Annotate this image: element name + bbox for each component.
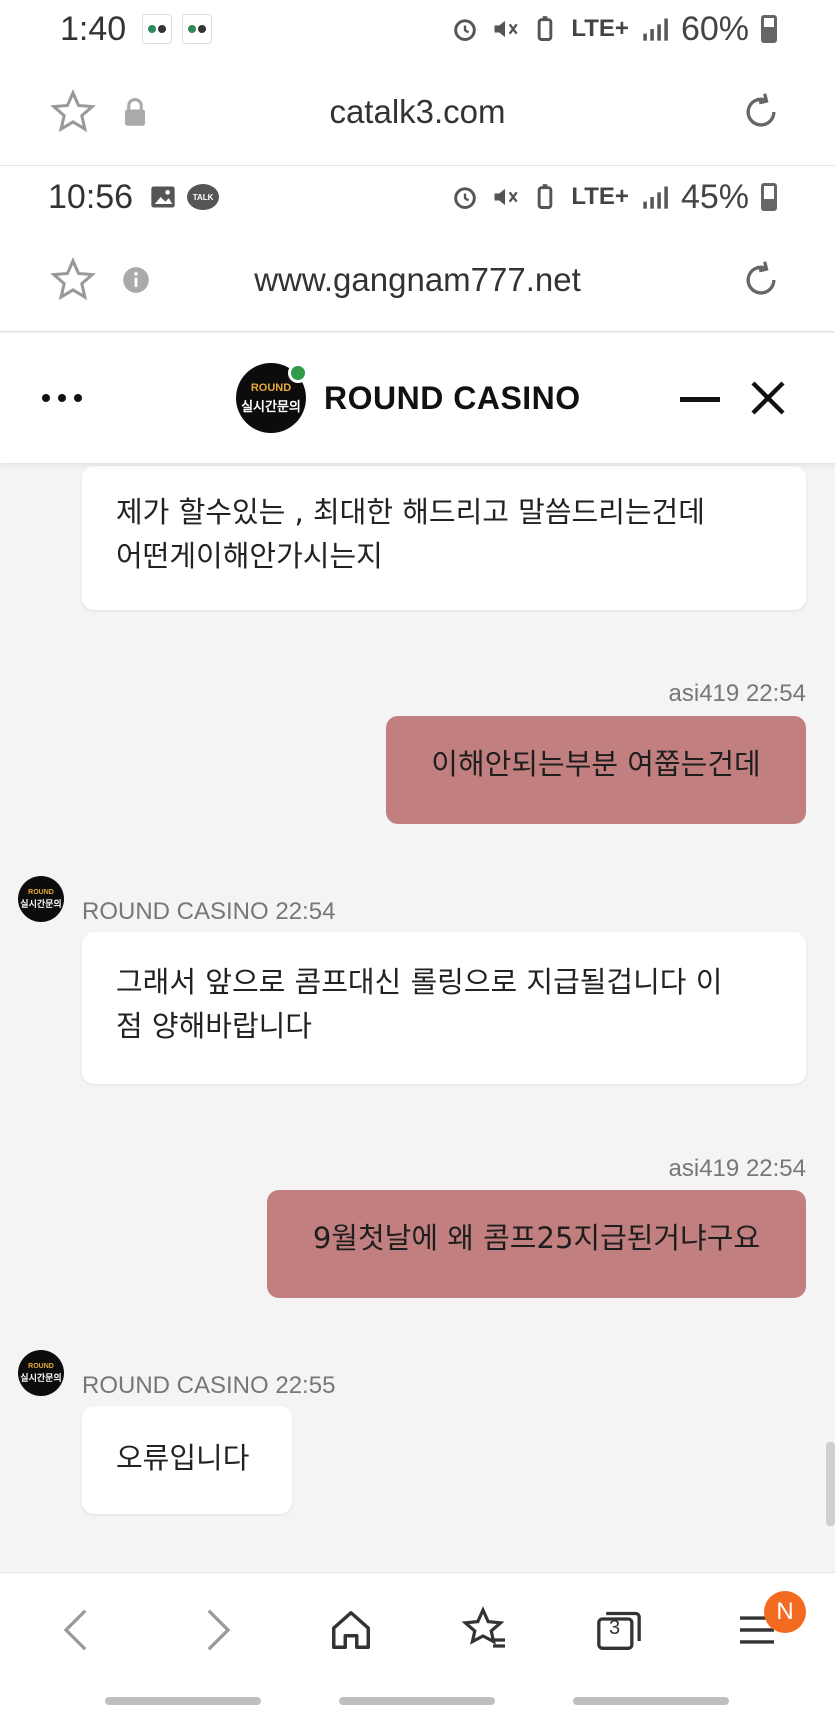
battery-saver-icon [538, 16, 553, 41]
chat-scrollbar[interactable] [826, 1442, 835, 1526]
menu-button[interactable]: N [732, 1591, 806, 1655]
outer-status-right: LTE+ 60% [451, 10, 777, 49]
chat-header: ROUND 실시간문의 ROUND CASINO [0, 333, 835, 463]
message-sender: asi419 [668, 1155, 740, 1182]
message-time: 22:55 [275, 1372, 336, 1399]
gallery-icon [151, 186, 175, 208]
inner-address-bar: www.gangnam777.net [0, 228, 835, 332]
outer-status-time: 1:40 [60, 9, 127, 48]
incoming-message-bubble: 제가 할수있는 , 최대한 해드리고 말씀드리는건데 어떤게이해안가시는지 [82, 466, 806, 610]
message-time: 22:54 [745, 1155, 806, 1182]
casino-avatar: ROUND 실시간문의 [18, 876, 64, 922]
inner-url-text[interactable]: www.gangnam777.net [254, 261, 581, 298]
close-icon[interactable] [748, 378, 788, 418]
app-notification-icon [142, 14, 173, 44]
incoming-message-bubble: 그래서 앞으로 콤프대신 롤링으로 지급될겁니다 이 점 양해바랍니다 [82, 932, 806, 1084]
message-text: 9월첫날에 왜 콤프25지급된거냐구요 [312, 1221, 761, 1255]
signal-icon [643, 18, 668, 41]
talk-icon: TALK [187, 184, 220, 210]
message-line: 오류입니다 [116, 1441, 250, 1475]
tabs-button[interactable]: 3 [594, 1605, 644, 1655]
home-icon [332, 1611, 370, 1649]
inner-notification-icons: TALK [149, 183, 220, 211]
message-meta: ROUND CASINO 22:55 [82, 1372, 335, 1400]
chat-title: ROUND CASINO [324, 379, 581, 416]
message-meta: asi419 22:54 [669, 680, 806, 708]
avatar-line2: 실시간문의 [20, 899, 62, 910]
message-line: 어떤게이해안가시는지 [116, 539, 383, 573]
minimize-icon[interactable] [680, 397, 720, 402]
message-sender: ROUND CASINO [82, 1372, 269, 1399]
message-line: 점 양해바랍니다 [116, 1009, 312, 1043]
outer-address-bar: catalk3.com [0, 58, 835, 166]
inner-battery-percent: 45% [680, 177, 749, 216]
gesture-bar [573, 1697, 729, 1705]
message-time: 22:54 [745, 680, 806, 707]
outgoing-message-bubble: 이해안되는부분 여쭙는건데 [386, 716, 806, 824]
incoming-message-bubble: 오류입니다 [82, 1406, 292, 1514]
outer-status-bar: 1:40 LTE+ 60% [0, 0, 835, 58]
message-text: 이해안되는부분 여쭙는건데 [431, 747, 761, 781]
outer-url-text[interactable]: catalk3.com [329, 93, 505, 130]
menu-notification-badge: N [764, 1591, 806, 1633]
inner-status-bar: 10:56 TALK LTE+ 45% [0, 166, 835, 228]
browser-bottom-nav: 3 N [0, 1572, 835, 1716]
network-type: LTE+ [571, 15, 629, 42]
message-meta: ROUND CASINO 22:54 [82, 898, 335, 926]
casino-logo: ROUND 실시간문의 [236, 363, 308, 433]
inner-status-right: LTE+ 45% [451, 178, 777, 217]
notification-icons [142, 14, 213, 44]
talk-label: TALK [192, 192, 214, 202]
outer-battery-percent: 60% [680, 9, 749, 48]
outgoing-message-bubble: 9월첫날에 왜 콤프25지급된거냐구요 [267, 1190, 806, 1298]
chevron-right-icon [207, 1609, 231, 1651]
bookmark-star-icon[interactable] [50, 88, 96, 135]
bookmark-star-icon[interactable] [50, 256, 96, 303]
logo-line2: 실시간문의 [241, 399, 301, 415]
lock-icon[interactable] [122, 97, 148, 127]
forward-button[interactable] [192, 1605, 242, 1655]
message-line: 그래서 앞으로 콤프대신 롤링으로 지급될겁니다 이 [116, 965, 723, 999]
mute-icon [494, 188, 518, 206]
bookmarks-icon [461, 1606, 505, 1648]
tabs-count: 3 [609, 1617, 621, 1639]
battery-icon [761, 183, 777, 211]
alarm-icon [454, 19, 477, 41]
message-line: 제가 할수있는 , 최대한 해드리고 말씀드리는건데 [116, 495, 705, 529]
message-sender: ROUND CASINO [82, 898, 269, 925]
inner-network-type: LTE+ [571, 183, 629, 210]
message-sender: asi419 [668, 680, 740, 707]
app-notification-icon [182, 14, 213, 44]
home-button[interactable] [326, 1605, 376, 1655]
avatar-line1: ROUND [28, 888, 54, 896]
signal-icon [643, 186, 668, 209]
mute-icon [494, 20, 518, 38]
bookmarks-button[interactable] [460, 1605, 510, 1655]
avatar-line2: 실시간문의 [20, 1373, 62, 1384]
reload-icon[interactable] [739, 90, 783, 134]
alarm-icon [454, 187, 477, 209]
online-status-dot [288, 363, 308, 383]
reload-icon[interactable] [739, 258, 783, 302]
chevron-left-icon [63, 1609, 87, 1651]
casino-avatar: ROUND 실시간문의 [18, 1350, 64, 1396]
inner-status-time: 10:56 [48, 177, 134, 216]
gesture-bar [339, 1697, 495, 1705]
back-button[interactable] [52, 1605, 102, 1655]
gesture-bar [105, 1697, 261, 1705]
message-time: 22:54 [275, 898, 336, 925]
info-icon[interactable] [122, 266, 150, 294]
battery-icon [761, 15, 777, 43]
more-options-icon[interactable] [42, 394, 82, 402]
chat-title-group: ROUND 실시간문의 ROUND CASINO [236, 363, 581, 433]
battery-saver-icon [538, 184, 553, 209]
message-meta: asi419 22:54 [669, 1155, 806, 1183]
avatar-line1: ROUND [28, 1362, 54, 1370]
logo-line1: ROUND [250, 381, 292, 394]
